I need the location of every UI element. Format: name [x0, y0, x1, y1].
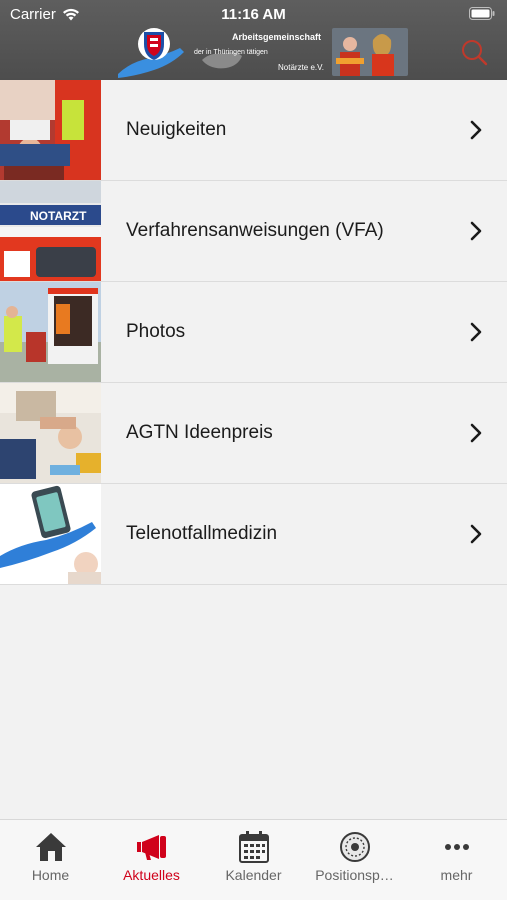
- home-icon: [35, 833, 66, 861]
- menu-item-vfa[interactable]: NOTARZT Verfahrensanweisungen (VFA): [0, 181, 507, 282]
- tab-mehr[interactable]: mehr: [406, 820, 507, 900]
- menu-item-label: Verfahrensanweisungen (VFA): [126, 220, 384, 241]
- tab-label: Positionsp…: [315, 867, 394, 883]
- menu-item-label: AGTN Ideenpreis: [126, 422, 273, 443]
- tab-aktuelles[interactable]: Aktuelles: [101, 820, 202, 900]
- vfa-thumbnail: NOTARZT: [0, 181, 101, 281]
- tab-label: Aktuelles: [123, 867, 180, 883]
- menu-item-neuigkeiten[interactable]: Neuigkeiten: [0, 80, 507, 181]
- notarzt-sign: NOTARZT: [30, 209, 87, 223]
- menu-list: Neuigkeiten NOTARZT Verfahrensanweisunge…: [0, 80, 507, 585]
- tab-label: Home: [31, 867, 70, 883]
- navigation-header: Carrier 11:16 AM Arbeitsgemeinschaft der…: [0, 0, 507, 80]
- menu-item-label: Photos: [126, 321, 186, 342]
- search-icon[interactable]: [459, 37, 489, 67]
- calendar-icon: [238, 831, 269, 863]
- tab-home[interactable]: Home: [0, 820, 101, 900]
- neuigkeiten-thumbnail: [0, 80, 101, 180]
- chevron-right-icon: [470, 221, 482, 241]
- ideenpreis-thumbnail: [0, 383, 101, 483]
- tab-kalender[interactable]: Kalender: [203, 820, 304, 900]
- menu-item-label: Telenotfallmedizin: [126, 523, 278, 544]
- status-time: 11:16 AM: [221, 6, 286, 23]
- banner-line2: der in Thüringen tätigen: [194, 49, 268, 56]
- menu-item-ideenpreis[interactable]: AGTN Ideenpreis: [0, 383, 507, 484]
- telenotfallmedizin-thumbnail: [0, 484, 101, 584]
- stamp-icon: [339, 832, 370, 862]
- banner-line3: Notärzte e.V.: [278, 63, 324, 72]
- menu-item-label: Neuigkeiten: [126, 119, 227, 140]
- tab-label: mehr: [440, 867, 473, 883]
- tab-bar: Home Aktuelles Kalender Positionsp… mehr: [0, 819, 507, 900]
- chevron-right-icon: [470, 423, 482, 443]
- banner-line1: Arbeitsgemeinschaft: [232, 32, 321, 42]
- tab-positionspapiere[interactable]: Positionsp…: [304, 820, 405, 900]
- photos-thumbnail: [0, 282, 101, 382]
- more-icon: [444, 844, 469, 850]
- agtn-banner-logo: Arbeitsgemeinschaft der in Thüringen tät…: [118, 28, 408, 78]
- menu-item-telenotfallmedizin[interactable]: Telenotfallmedizin: [0, 484, 507, 585]
- chevron-right-icon: [470, 120, 482, 140]
- menu-item-photos[interactable]: Photos: [0, 282, 507, 383]
- megaphone-icon: [136, 835, 166, 860]
- battery-icon: [469, 7, 495, 20]
- chevron-right-icon: [470, 322, 482, 342]
- tab-label: Kalender: [225, 867, 282, 883]
- chevron-right-icon: [470, 524, 482, 544]
